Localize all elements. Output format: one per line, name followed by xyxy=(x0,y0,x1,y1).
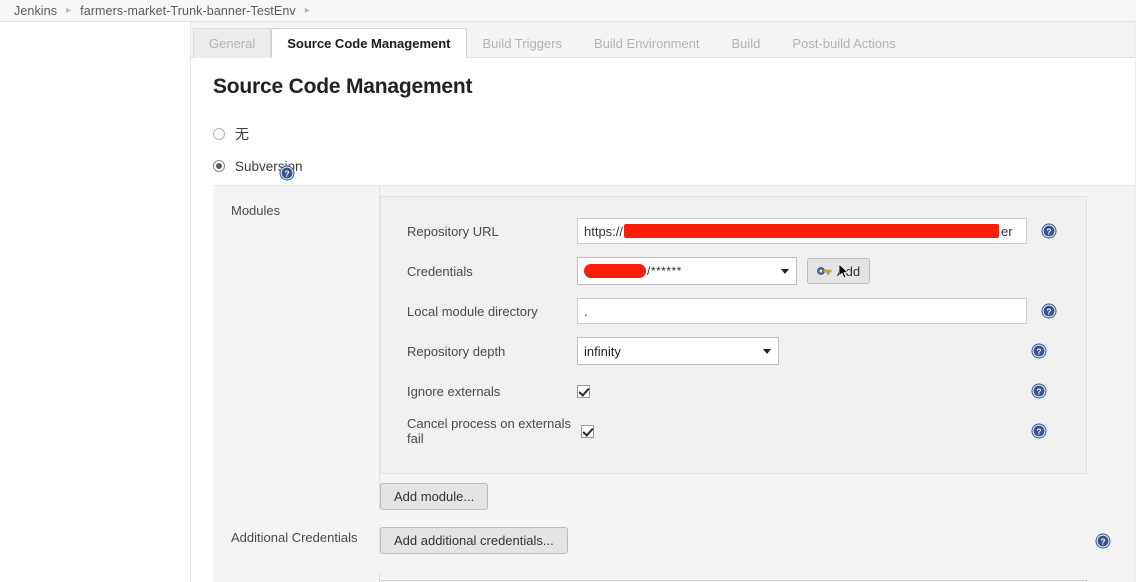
ignore-externals-checkbox[interactable] xyxy=(577,384,590,398)
breadcrumb-item-job[interactable]: farmers-market-Trunk-banner-TestEnv xyxy=(80,4,296,18)
field-row-ignore-externals: Ignore externals ? xyxy=(381,371,1086,411)
svg-text:?: ? xyxy=(284,169,289,179)
svg-text:?: ? xyxy=(1100,537,1105,547)
credentials-suffix: /****** xyxy=(647,264,682,278)
add-additional-credentials-button-label: Add additional credentials... xyxy=(394,533,554,548)
help-icon-local-module-directory[interactable]: ? xyxy=(1041,303,1057,319)
tab-build[interactable]: Build xyxy=(716,28,777,58)
repository-depth-value: infinity xyxy=(584,343,621,359)
add-module-button-label: Add module... xyxy=(394,489,475,504)
svg-text:?: ? xyxy=(1036,387,1041,397)
module-box: Repository URL https:// er ? Credentials … xyxy=(380,196,1087,474)
field-row-cancel-process-on-externals-fail: Cancel process on externals fail ? xyxy=(381,411,1086,451)
add-credentials-button[interactable]: Add xyxy=(807,258,871,284)
repository-url-prefix: https:// xyxy=(584,223,624,239)
help-icon-ignore-externals[interactable]: ? xyxy=(1031,383,1047,399)
setting-label-checkout-strategy: Check out Strategy xyxy=(213,572,379,582)
field-control-repository-depth: infinity ? xyxy=(577,337,1086,365)
setting-row-modules: Modules Repository URL https:// er ? Cred… xyxy=(213,186,1135,510)
field-row-credentials: Credentials /****** Add xyxy=(381,251,1086,291)
field-control-ignore-externals: ? xyxy=(577,383,1086,399)
field-row-repository-url: Repository URL https:// er ? xyxy=(381,211,1086,251)
content-area: General Source Code Management Build Tri… xyxy=(191,22,1136,582)
local-module-directory-input[interactable] xyxy=(577,298,1027,324)
field-row-local-module-directory: Local module directory ? xyxy=(381,291,1086,331)
breadcrumb-separator-icon-2: ▸ xyxy=(304,4,310,16)
credentials-redaction xyxy=(584,264,646,278)
help-icon-repository-url[interactable]: ? xyxy=(1041,223,1057,239)
field-label-repository-depth: Repository depth xyxy=(407,343,506,359)
page-title: Source Code Management xyxy=(213,75,473,98)
field-label-cancel-process-on-externals-fail: Cancel process on externals fail xyxy=(407,416,572,446)
setting-label-additional-credentials: Additional Credentials xyxy=(231,530,358,545)
field-control-cancel-process-on-externals-fail: ? xyxy=(581,423,1086,439)
setting-row-checkout-strategy: Check out Strategy Always check out a fr… xyxy=(213,572,1135,582)
config-body: Source Code Management 无 Subversion ? Mo… xyxy=(191,75,1135,582)
scm-radio-group: 无 Subversion ? xyxy=(191,121,1135,181)
page-frame: General Source Code Management Build Tri… xyxy=(0,22,1136,582)
svg-text:?: ? xyxy=(1036,347,1041,357)
breadcrumb-item-jenkins[interactable]: Jenkins xyxy=(14,4,57,18)
tab-post-build-actions-label: Post-build Actions xyxy=(792,36,896,51)
add-credentials-button-label: Add xyxy=(837,263,861,279)
add-additional-credentials-button[interactable]: Add additional credentials... xyxy=(380,527,568,554)
additional-credentials-body: Add additional credentials... ? xyxy=(379,524,1135,554)
add-module-button[interactable]: Add module... xyxy=(380,483,489,510)
add-module-wrap: Add module... xyxy=(380,483,1135,510)
chevron-down-icon-repository-depth xyxy=(763,349,771,354)
field-label-credentials: Credentials xyxy=(407,263,473,279)
setting-label-modules: Modules xyxy=(231,203,281,218)
svg-text:?: ? xyxy=(1036,427,1041,437)
tab-build-triggers[interactable]: Build Triggers xyxy=(467,28,578,58)
key-icon xyxy=(817,265,832,277)
breadcrumb-separator-icon: ▸ xyxy=(66,4,72,16)
svg-text:?: ? xyxy=(1046,227,1051,237)
tab-general[interactable]: General xyxy=(193,28,272,58)
repository-depth-select[interactable]: infinity xyxy=(577,337,779,365)
scm-option-none[interactable]: 无 xyxy=(213,121,1135,147)
radio-none[interactable] xyxy=(213,128,225,140)
field-label-repository-url: Repository URL xyxy=(407,223,499,239)
help-icon-subversion[interactable]: ? xyxy=(279,165,295,181)
tab-source-code-management[interactable]: Source Code Management xyxy=(271,28,467,58)
cancel-process-on-externals-fail-checkbox[interactable] xyxy=(581,424,594,438)
radio-subversion[interactable] xyxy=(213,160,225,172)
help-icon-cancel-process-on-externals-fail[interactable]: ? xyxy=(1031,423,1047,439)
repository-url-input[interactable]: https:// er xyxy=(577,218,1027,244)
scm-option-subversion[interactable]: Subversion ? xyxy=(213,153,1135,181)
field-row-repository-depth: Repository depth infinity ? xyxy=(381,331,1086,371)
field-control-credentials: /****** Add xyxy=(577,257,1086,285)
tab-build-environment[interactable]: Build Environment xyxy=(578,28,716,58)
scm-option-none-label: 无 xyxy=(235,126,249,142)
field-control-local-module-directory: ? xyxy=(577,298,1086,324)
tab-build-environment-label: Build Environment xyxy=(594,36,700,51)
repository-url-suffix: er xyxy=(1001,223,1013,239)
credentials-select[interactable]: /****** xyxy=(577,257,797,285)
help-icon-additional-credentials[interactable]: ? xyxy=(1095,533,1111,549)
subversion-settings-panel: Modules Repository URL https:// er ? Cred… xyxy=(213,185,1135,582)
help-icon-repository-depth[interactable]: ? xyxy=(1031,343,1047,359)
left-rail xyxy=(0,22,191,582)
config-tab-bar: General Source Code Management Build Tri… xyxy=(191,22,1135,58)
modules-body: Repository URL https:// er ? Credentials … xyxy=(379,186,1135,510)
tab-post-build-actions[interactable]: Post-build Actions xyxy=(776,28,911,58)
repository-url-redaction xyxy=(624,224,1000,238)
breadcrumb: Jenkins ▸ farmers-market-Trunk-banner-Te… xyxy=(0,0,1136,22)
svg-text:?: ? xyxy=(1046,307,1051,317)
tab-source-code-management-label: Source Code Management xyxy=(287,36,451,51)
setting-row-additional-credentials: Additional Credentials Add additional cr… xyxy=(213,524,1135,554)
field-control-repository-url: https:// er ? xyxy=(577,218,1086,244)
field-label-ignore-externals: Ignore externals xyxy=(407,383,501,399)
chevron-down-icon-credentials xyxy=(781,269,789,274)
field-label-local-module-directory: Local module directory xyxy=(407,303,538,319)
tab-general-label: General xyxy=(209,36,256,51)
tab-build-triggers-label: Build Triggers xyxy=(482,36,562,51)
tab-build-label: Build xyxy=(731,36,761,51)
